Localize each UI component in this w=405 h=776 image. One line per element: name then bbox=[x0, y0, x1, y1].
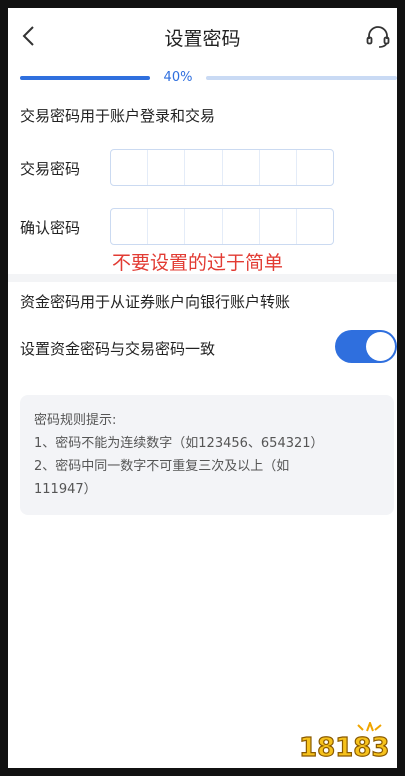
progress-fill bbox=[20, 76, 150, 80]
progress-percent: 40% bbox=[163, 70, 193, 85]
progress-track bbox=[206, 76, 397, 80]
warning-annotation: 不要设置的过于简单 bbox=[112, 252, 284, 274]
password-rules-box: 密码规则提示: 1、密码不能为连续数字（如123456、654321） 2、密码… bbox=[20, 395, 394, 515]
confirm-password-label: 确认密码 bbox=[20, 219, 81, 237]
pin-cell[interactable] bbox=[148, 150, 186, 185]
pin-cell[interactable] bbox=[223, 150, 260, 185]
password-intro-text: 交易密码用于账户登录和交易 bbox=[20, 107, 216, 125]
pin-cell[interactable] bbox=[223, 209, 260, 244]
rules-title: 密码规则提示: bbox=[34, 413, 117, 428]
same-password-toggle[interactable] bbox=[335, 330, 397, 363]
rule-item: 2、密码中同一数字不可重复三次及以上（如 bbox=[34, 459, 290, 474]
svg-text:18183: 18183 bbox=[299, 733, 389, 762]
toggle-knob bbox=[366, 332, 395, 361]
pin-cell[interactable] bbox=[260, 209, 297, 244]
pin-cell[interactable] bbox=[297, 150, 333, 185]
app-screen: 设置密码 40% 交易密码用于账户登录和交易 交易密码 确认密码 不要设置的过于… bbox=[8, 8, 397, 768]
pin-cell[interactable] bbox=[297, 209, 333, 244]
trade-password-label: 交易密码 bbox=[20, 160, 81, 178]
pin-cell[interactable] bbox=[185, 150, 223, 185]
rule-item: 1、密码不能为连续数字（如123456、654321） bbox=[34, 436, 324, 451]
confirm-password-input[interactable] bbox=[110, 208, 334, 245]
pin-cell[interactable] bbox=[111, 150, 149, 185]
section-divider bbox=[8, 274, 397, 282]
page-title: 设置密码 bbox=[164, 28, 241, 50]
pin-cell[interactable] bbox=[260, 150, 297, 185]
pin-cell[interactable] bbox=[185, 209, 223, 244]
rule-item: 111947） bbox=[34, 482, 97, 497]
pin-cell[interactable] bbox=[111, 209, 149, 244]
fund-password-description: 资金密码用于从证券账户向银行账户转账 bbox=[20, 293, 291, 311]
trade-password-input[interactable] bbox=[110, 149, 334, 186]
progress-bar: 40% bbox=[20, 70, 397, 86]
watermark-logo: 18183 bbox=[298, 722, 389, 762]
same-password-toggle-label: 设置资金密码与交易密码一致 bbox=[20, 340, 216, 358]
headset-icon[interactable] bbox=[365, 24, 391, 50]
nav-bar: 设置密码 bbox=[8, 8, 397, 64]
pin-cell[interactable] bbox=[148, 209, 186, 244]
